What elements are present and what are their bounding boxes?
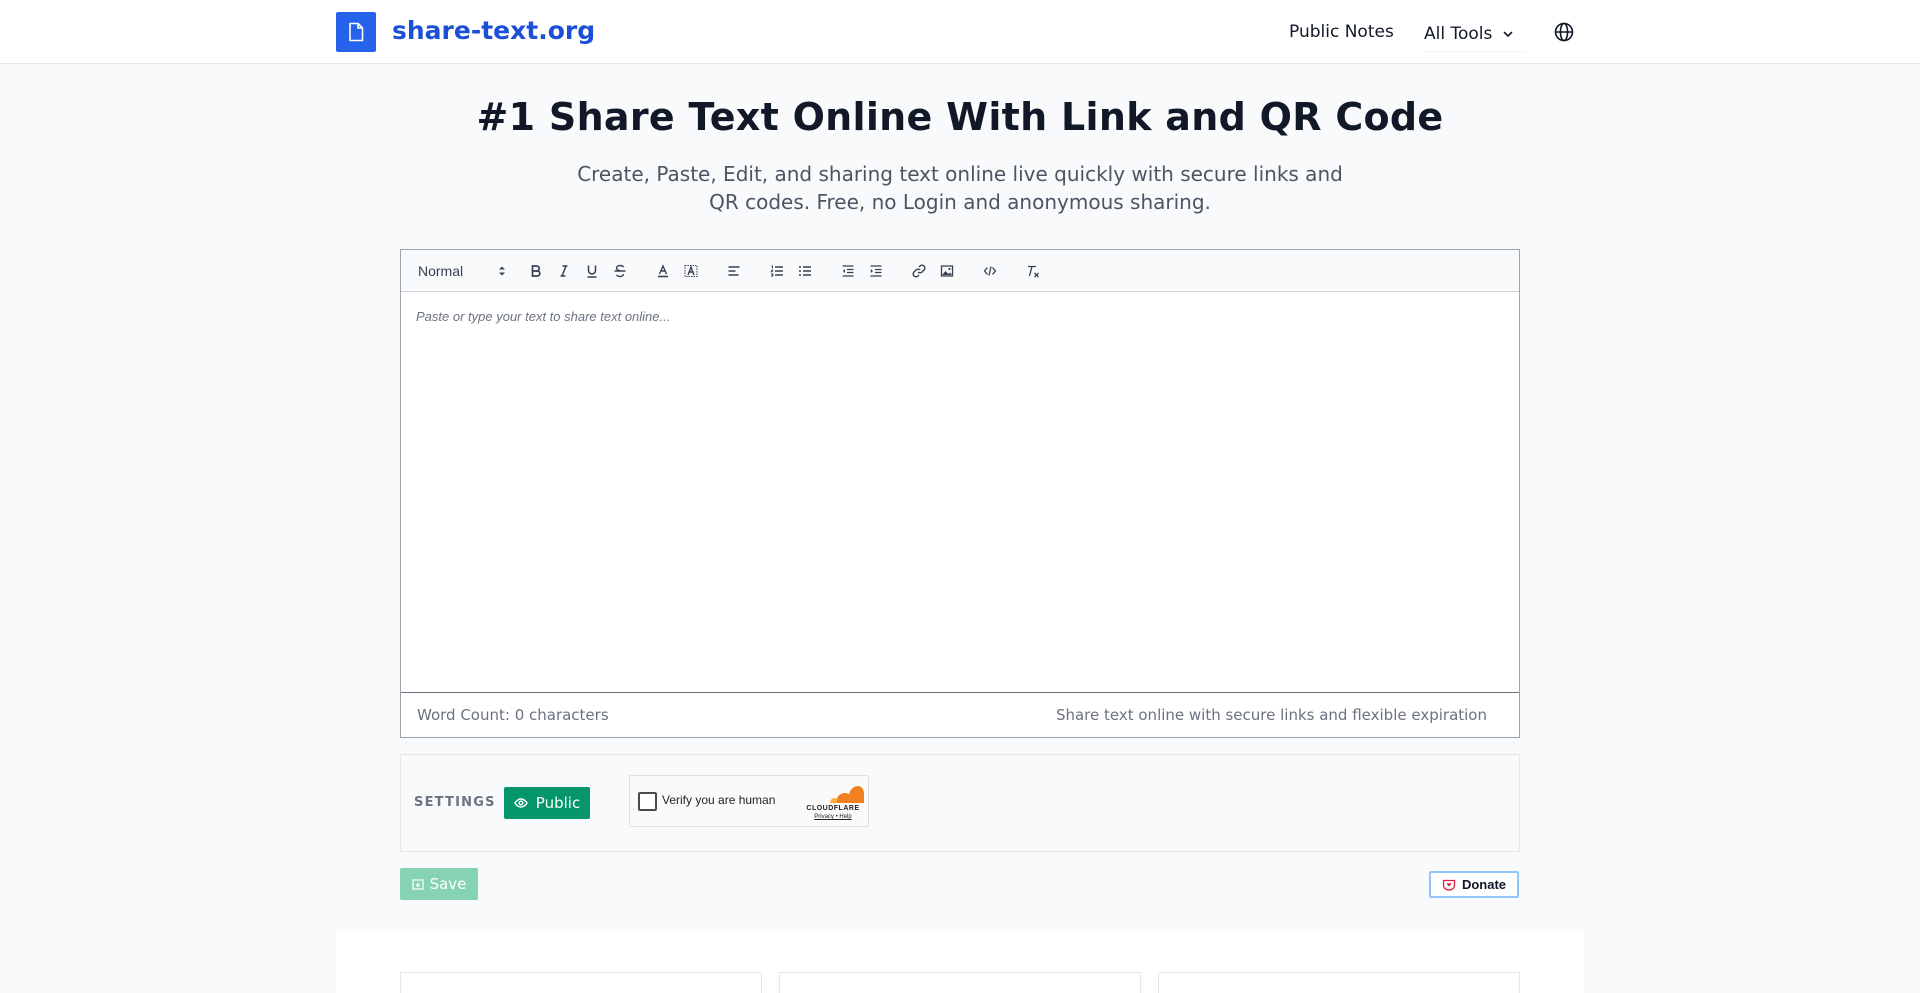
feature-card	[400, 972, 762, 993]
globe-icon[interactable]	[1552, 20, 1576, 44]
underline-icon	[587, 265, 597, 278]
editor-footer-note: Share text online with secure links and …	[1055, 706, 1487, 724]
link-icon	[912, 264, 926, 278]
document-icon	[349, 22, 364, 42]
indent-icon	[870, 265, 882, 277]
editor-placeholder: Paste or type your text to share text on…	[416, 309, 671, 324]
highlight-icon	[684, 265, 698, 277]
logo-icon[interactable]	[336, 12, 376, 52]
outdent-button[interactable]	[838, 261, 858, 281]
image-icon	[940, 265, 954, 277]
donate-label: Donate	[1461, 877, 1507, 892]
code-button[interactable]	[980, 261, 1000, 281]
link-button[interactable]	[909, 261, 929, 281]
ordered-list-button[interactable]	[767, 261, 787, 281]
clear-format-icon	[1028, 265, 1039, 278]
text-color-icon	[658, 264, 668, 278]
settings-label: SETTINGS	[414, 795, 496, 810]
site-logo-text[interactable]: share-text.org	[392, 14, 595, 48]
indent-button[interactable]	[866, 261, 886, 281]
text-color-button[interactable]	[653, 261, 673, 281]
format-select[interactable]: Normal	[418, 261, 506, 281]
select-arrows-icon	[499, 266, 505, 276]
word-count: Word Count: 0 characters	[417, 706, 609, 724]
bullet-list-button[interactable]	[795, 261, 815, 281]
settings-panel: SETTINGS Public Verify you are human CLO…	[400, 754, 1520, 852]
cloudflare-brand-text: CLOUDFLARE	[806, 805, 860, 812]
image-button[interactable]	[937, 261, 957, 281]
italic-icon	[560, 265, 568, 277]
save-button[interactable]: Save	[400, 868, 478, 900]
captcha-widget: Verify you are human CLOUDFLARE Privacy …	[629, 775, 869, 827]
editor-toolbar: Normal	[401, 250, 1519, 292]
visibility-public-label: Public	[535, 794, 581, 812]
bold-icon	[531, 265, 541, 277]
nav-all-tools-dropdown[interactable]: All Tools	[1424, 16, 1527, 52]
chevron-down-icon	[1504, 31, 1513, 37]
strikethrough-button[interactable]	[610, 261, 630, 281]
nav-all-tools-label: All Tools	[1424, 23, 1493, 44]
nav-public-notes[interactable]: Public Notes	[1289, 20, 1394, 44]
cloudflare-cloud-icon	[830, 786, 864, 803]
highlight-button[interactable]	[681, 261, 701, 281]
coffee-heart-icon	[1442, 879, 1456, 891]
save-label: Save	[429, 875, 467, 893]
code-icon	[983, 266, 997, 276]
outdent-icon	[842, 265, 854, 277]
page-subtitle: Create, Paste, Edit, and sharing text on…	[577, 162, 1343, 214]
text-editor: Normal Paste or type your text to share …	[400, 249, 1520, 738]
editor-footer: Word Count: 0 characters Share text onli…	[401, 692, 1519, 737]
editor-text-area[interactable]: Paste or type your text to share text on…	[401, 292, 1519, 691]
align-left-icon	[728, 266, 740, 276]
ordered-list-icon	[770, 265, 783, 277]
visibility-public-button[interactable]: Public	[504, 787, 590, 819]
eye-icon	[513, 798, 528, 808]
feature-card	[1158, 972, 1520, 993]
format-select-value: Normal	[418, 263, 464, 279]
italic-button[interactable]	[554, 261, 574, 281]
page-title: #1 Share Text Online With Link and QR Co…	[476, 95, 1444, 139]
site-header: share-text.org Public Notes All Tools	[0, 0, 1920, 64]
align-button[interactable]	[724, 261, 744, 281]
clear-format-button[interactable]	[1023, 261, 1043, 281]
underline-button[interactable]	[582, 261, 602, 281]
bullet-list-icon	[799, 266, 811, 276]
feature-card	[779, 972, 1141, 993]
cloudflare-logo: CLOUDFLARE Privacy • Help	[802, 784, 864, 820]
strikethrough-icon	[614, 264, 626, 278]
donate-button[interactable]: Donate	[1429, 871, 1519, 898]
captcha-checkbox[interactable]	[638, 792, 657, 811]
captcha-links[interactable]: Privacy • Help	[802, 814, 864, 820]
save-icon	[411, 879, 424, 890]
captcha-text: Verify you are human	[662, 793, 776, 807]
bold-button[interactable]	[526, 261, 546, 281]
